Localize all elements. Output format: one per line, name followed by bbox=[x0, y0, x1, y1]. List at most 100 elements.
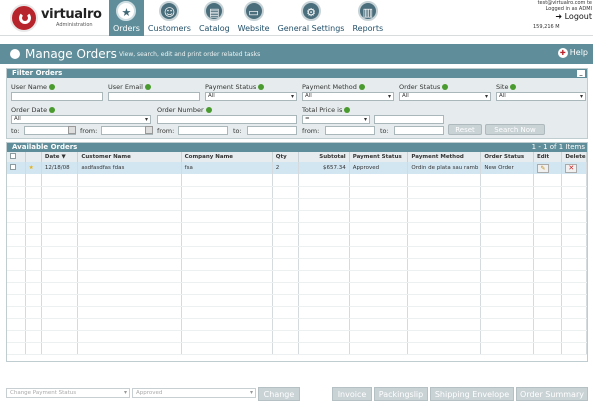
empty-row bbox=[7, 270, 587, 283]
order-date-select[interactable]: All bbox=[11, 115, 151, 124]
approved-select[interactable]: Approved bbox=[132, 388, 256, 398]
info-icon bbox=[49, 84, 56, 90]
empty-row bbox=[7, 198, 587, 211]
main-nav: ★ Orders ☺ Customers ▤ Catalog ▭ Website ⚙ Ge… bbox=[109, 0, 387, 36]
page-header-icon bbox=[10, 49, 20, 59]
column-payment-status[interactable]: Payment Status bbox=[349, 152, 409, 162]
order-from-input[interactable] bbox=[178, 126, 228, 135]
info-icon bbox=[258, 84, 265, 90]
payment-status-select[interactable]: All bbox=[205, 92, 297, 101]
price-from-label: from: bbox=[302, 127, 320, 135]
column-date[interactable]: Date ▼ bbox=[41, 152, 79, 162]
nav-label: Customers bbox=[147, 24, 191, 33]
help-link[interactable]: ✚ Help bbox=[557, 48, 588, 58]
payment-method-select[interactable]: All bbox=[302, 92, 394, 101]
orders-table: Date ▼ Customer Name Company Name Qty Su… bbox=[7, 152, 587, 355]
empty-row bbox=[7, 330, 587, 343]
collapse-button[interactable]: _ bbox=[577, 70, 585, 77]
order-date-label: Order Date bbox=[11, 106, 56, 114]
nav-label: Catalog bbox=[198, 24, 230, 33]
shipping-envelope-button[interactable]: Shipping Envelope bbox=[430, 387, 514, 401]
logout-label: Logout bbox=[564, 12, 592, 21]
filter-bar: Filter Orders _ bbox=[7, 69, 587, 78]
flag-column bbox=[25, 152, 42, 162]
brand-name: virtualro bbox=[41, 7, 102, 22]
column-qty[interactable]: Qty bbox=[272, 152, 300, 162]
table-row[interactable]: ★ 12/18/08 asdfasdfas fdas fsa 2 $657.34… bbox=[7, 162, 587, 174]
info-icon bbox=[358, 84, 365, 90]
calendar-icon[interactable] bbox=[68, 126, 76, 134]
order-qty: 2 bbox=[272, 162, 300, 174]
change-payment-status-select[interactable]: Change Payment Status bbox=[6, 388, 130, 398]
total-price-input[interactable] bbox=[374, 115, 444, 124]
customers-icon: ☺ bbox=[159, 1, 180, 21]
filter-panel: Filter Orders _ User Name User Email Paym… bbox=[6, 68, 588, 139]
nav-orders[interactable]: ★ Orders bbox=[109, 0, 144, 36]
column-order-status[interactable]: Order Status bbox=[480, 152, 534, 162]
empty-row bbox=[7, 258, 587, 271]
column-delete: Delete bbox=[561, 152, 587, 162]
edit-button[interactable]: ✎ bbox=[533, 162, 563, 174]
star-icon[interactable]: ★ bbox=[25, 162, 42, 174]
user-email-label: User Email bbox=[108, 83, 151, 91]
price-to-input[interactable] bbox=[394, 126, 444, 135]
user-email-input[interactable] bbox=[108, 92, 200, 101]
payment-method-label: Payment Method bbox=[302, 83, 365, 91]
logout-link[interactable]: ➜ Logout bbox=[513, 12, 592, 21]
website-icon: ▭ bbox=[243, 1, 264, 21]
empty-row bbox=[7, 342, 587, 355]
nav-website[interactable]: ▭ Website bbox=[234, 0, 274, 36]
search-now-button[interactable]: Search Now bbox=[485, 124, 545, 135]
order-to-label: to: bbox=[233, 127, 242, 135]
footer-toolbar: Change Payment Status Approved Change In… bbox=[0, 386, 593, 402]
empty-row bbox=[7, 294, 587, 307]
column-company-name[interactable]: Company Name bbox=[181, 152, 273, 162]
date-to-label: to: bbox=[11, 127, 20, 135]
packingslip-button[interactable]: Packingslip bbox=[374, 387, 428, 401]
nav-customers[interactable]: ☺ Customers bbox=[144, 0, 195, 36]
order-summary-button[interactable]: Order Summary bbox=[516, 387, 588, 401]
table-header-row: Date ▼ Customer Name Company Name Qty Su… bbox=[7, 152, 587, 162]
empty-row bbox=[7, 234, 587, 247]
total-price-operator-select[interactable]: = bbox=[302, 115, 370, 124]
nav-reports[interactable]: ▥ Reports bbox=[348, 0, 387, 36]
column-subtotal[interactable]: Subtotal bbox=[298, 152, 350, 162]
info-icon bbox=[442, 84, 449, 90]
page-title: Manage Orders bbox=[25, 47, 117, 61]
nav-label: Orders bbox=[113, 24, 140, 33]
info-icon bbox=[205, 107, 212, 113]
change-button[interactable]: Change bbox=[258, 387, 300, 401]
site-label: Site bbox=[496, 83, 517, 91]
order-status: New Order bbox=[480, 162, 534, 174]
empty-row bbox=[7, 318, 587, 331]
items-count: 1 - 1 of 1 Items bbox=[531, 143, 585, 151]
empty-row bbox=[7, 210, 587, 223]
nav-label: Reports bbox=[352, 24, 384, 33]
order-number-input[interactable] bbox=[157, 115, 297, 124]
nav-general-settings[interactable]: ⚙ General Settings bbox=[274, 0, 349, 36]
column-customer-name[interactable]: Customer Name bbox=[77, 152, 182, 162]
orders-panel: Available Orders 1 - 1 of 1 Items Date ▼ … bbox=[6, 142, 588, 362]
site-select[interactable]: All bbox=[496, 92, 586, 101]
order-status-select[interactable]: All bbox=[399, 92, 491, 101]
reports-icon: ▥ bbox=[357, 1, 378, 21]
info-icon bbox=[49, 107, 56, 113]
memory-usage: 159,216 M bbox=[533, 24, 560, 30]
nav-catalog[interactable]: ▤ Catalog bbox=[195, 0, 234, 36]
empty-row bbox=[7, 222, 587, 235]
row-checkbox[interactable] bbox=[7, 162, 26, 174]
orders-title: Available Orders bbox=[12, 143, 78, 151]
select-all-checkbox[interactable] bbox=[7, 152, 26, 162]
logout-arrow-icon: ➜ bbox=[555, 12, 565, 21]
page-description: View, search, edit and print order relat… bbox=[119, 51, 261, 58]
price-from-input[interactable] bbox=[325, 126, 375, 135]
order-to-input[interactable] bbox=[247, 126, 297, 135]
virtualro-logo[interactable]: virtualro Administration bbox=[10, 4, 105, 32]
calendar-icon[interactable] bbox=[145, 126, 153, 134]
column-payment-method[interactable]: Payment Method bbox=[407, 152, 482, 162]
invoice-button[interactable]: Invoice bbox=[332, 387, 372, 401]
user-name-input[interactable] bbox=[11, 92, 103, 101]
reset-button[interactable]: Reset bbox=[448, 124, 482, 135]
nav-label: General Settings bbox=[277, 24, 345, 33]
delete-button[interactable]: ✕ bbox=[561, 162, 587, 174]
